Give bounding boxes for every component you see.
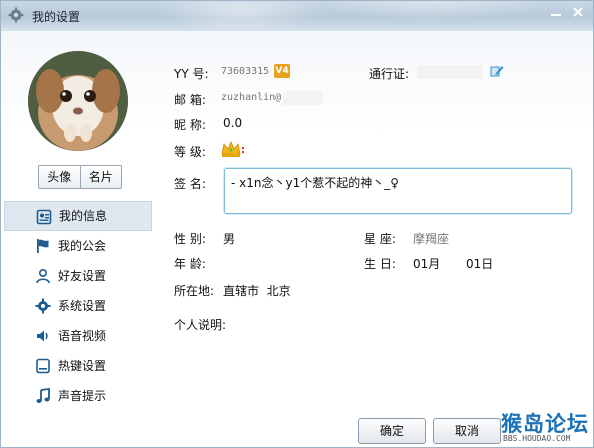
window-title: 我的设置: [32, 10, 81, 24]
sidebar-nav: 我的信息 我的公会 好友设置 系统设置 语音视频 热键设置 声音提示: [4, 201, 152, 411]
sidebar-item-label: 我的公会: [58, 239, 107, 253]
tab-card[interactable]: 名片: [79, 166, 122, 188]
vip-badge: V4: [274, 64, 290, 78]
guinea-pig-avatar-image: [28, 51, 128, 151]
sidebar-item-label: 系统设置: [58, 299, 107, 313]
level-label: 等 级:: [174, 145, 206, 159]
signature-input[interactable]: - x1n念丶y1个惹不起的神丶_♀: [224, 168, 572, 214]
sidebar-item-sound-alerts[interactable]: 声音提示: [4, 381, 152, 411]
sidebar-item-label: 语音视频: [58, 329, 107, 343]
age-label: 年 龄:: [174, 257, 206, 271]
settings-window: 我的设置 头像 名片 我的信息 我的公会 好友设置 系统设置 语音视频 热键设置…: [0, 0, 594, 448]
gear-icon: [8, 7, 24, 23]
passport-value-redacted: [417, 65, 483, 79]
edit-pencil-icon[interactable]: [490, 64, 504, 78]
id-card-icon: [36, 209, 52, 225]
avatar[interactable]: [28, 51, 128, 151]
minimize-icon: [551, 14, 561, 16]
email-redacted: [283, 91, 323, 105]
gear-icon: [35, 298, 51, 314]
email-label: 邮 箱:: [174, 93, 206, 107]
avatar-tabs: 头像 名片: [38, 165, 122, 189]
zodiac-label: 星 座:: [364, 232, 396, 246]
bio-label: 个人说明:: [174, 318, 227, 332]
person-icon: [36, 268, 50, 284]
keyboard-icon: [36, 358, 50, 374]
birthday-month: 01月: [413, 257, 441, 271]
gender-value: 男: [223, 232, 236, 246]
signature-text: - x1n念丶y1个惹不起的神丶_♀: [231, 176, 400, 190]
sidebar-item-system-settings[interactable]: 系统设置: [4, 291, 152, 321]
sidebar-item-label: 热键设置: [58, 359, 107, 373]
ok-button[interactable]: 确定: [358, 418, 426, 444]
gender-label: 性 别:: [174, 232, 206, 246]
location-value: 直辖市 北京: [223, 284, 291, 298]
location-label: 所在地:: [174, 284, 215, 298]
sidebar-item-my-guild[interactable]: 我的公会: [4, 231, 152, 261]
sidebar-item-hotkey-settings[interactable]: 热键设置: [4, 351, 152, 381]
birthday-label: 生 日:: [364, 257, 396, 271]
yy-label: YY 号:: [174, 67, 209, 81]
sidebar-item-label: 好友设置: [58, 269, 107, 283]
sidebar-item-label: 我的信息: [59, 209, 108, 223]
tab-avatar[interactable]: 头像: [39, 166, 80, 188]
passport-label: 通行证:: [369, 67, 410, 81]
sidebar-item-label: 声音提示: [58, 389, 107, 403]
email-value: zuzhanlin@: [221, 92, 282, 103]
watermark-url: BBS.HOUDAO.COM: [503, 434, 571, 443]
title-bar-decoration: [1, 1, 593, 31]
speaker-icon: [37, 330, 48, 342]
cancel-button[interactable]: 取消: [433, 418, 501, 444]
watermark: 猴岛论坛 BBS.HOUDAO.COM: [501, 408, 591, 444]
nickname-label: 昵 称:: [174, 118, 206, 132]
yy-number: 73603315: [221, 66, 270, 77]
zodiac-value: 摩羯座: [413, 232, 450, 246]
birthday-day: 01日: [466, 257, 494, 271]
nickname-value: 0.0: [223, 116, 243, 130]
sidebar-item-my-info[interactable]: 我的信息: [4, 201, 152, 231]
close-button[interactable]: [569, 6, 587, 22]
sidebar: 头像 名片 我的信息 我的公会 好友设置 系统设置 语音视频 热键设置 声音提示: [1, 31, 157, 447]
music-note-icon: [36, 388, 50, 403]
crown-level-icon: [221, 140, 244, 157]
flag-icon: [37, 239, 49, 253]
sidebar-item-friend-settings[interactable]: 好友设置: [4, 261, 152, 291]
minimize-button[interactable]: [547, 6, 565, 22]
sidebar-item-voice-video[interactable]: 语音视频: [4, 321, 152, 351]
signature-label: 签 名:: [174, 177, 206, 191]
title-bar[interactable]: 我的设置: [1, 1, 593, 31]
close-icon: [573, 7, 583, 17]
